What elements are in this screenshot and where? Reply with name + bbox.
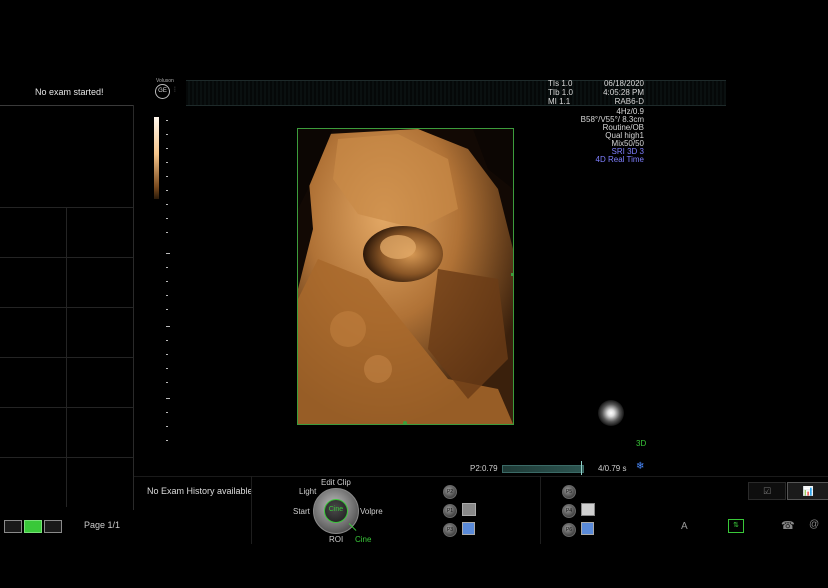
- archive-icon[interactable]: [581, 503, 595, 516]
- knob-light[interactable]: Light: [299, 487, 316, 496]
- a-label[interactable]: A: [681, 521, 688, 532]
- depth-tick: [166, 176, 168, 177]
- knob-cine-bottom[interactable]: Cine: [355, 535, 371, 544]
- depth-tick: [166, 232, 168, 233]
- cine-left-label: P2:0.79: [470, 464, 498, 473]
- light-source-icon[interactable]: [598, 400, 624, 426]
- depth-tick: [166, 162, 168, 163]
- ti-b: TIb 1.0: [548, 88, 573, 97]
- depth-tick: [166, 120, 168, 121]
- menu-dots-icon[interactable]: ⋮: [172, 86, 178, 93]
- network-icon[interactable]: ⇅: [728, 519, 744, 533]
- exam-time: 4:05:28 PM: [603, 88, 644, 97]
- depth-tick: [166, 204, 168, 205]
- depth-tick: [166, 309, 168, 310]
- depth-tick: [166, 134, 168, 135]
- snowflake-icon[interactable]: ❄: [636, 461, 644, 472]
- header-strip: [186, 80, 726, 106]
- volume-render-view[interactable]: [297, 128, 514, 425]
- probe-name: RAB6-D: [614, 97, 644, 106]
- p2-button[interactable]: P2: [443, 485, 457, 499]
- brand-label: Voluson: [156, 78, 174, 84]
- knob-start[interactable]: Start: [293, 507, 310, 516]
- depth-tick: [166, 190, 168, 191]
- page-indicator: Page 1/1: [84, 520, 121, 530]
- bottom-panel-border: [540, 476, 541, 544]
- roi-side-marker[interactable]: [511, 273, 514, 276]
- exam-history: No Exam History available: [147, 486, 253, 496]
- left-divider: [0, 105, 133, 106]
- layout-single-button[interactable]: [4, 520, 22, 533]
- grid-line: [66, 207, 67, 507]
- depth-tick: [166, 340, 168, 341]
- knob-roi[interactable]: ROI: [329, 535, 343, 544]
- fetal-render-image: [298, 129, 513, 424]
- depth-tick: [166, 267, 168, 268]
- layout-grid-button[interactable]: [24, 520, 42, 533]
- depth-tick: [166, 218, 168, 219]
- scan-mode: 4D Real Time: [595, 155, 644, 164]
- depth-tick: [166, 440, 168, 441]
- cine-marker[interactable]: [581, 461, 582, 475]
- cine-right-label: 4/0.79 s: [598, 464, 627, 473]
- knob-edit-clip[interactable]: Edit Clip: [321, 478, 351, 487]
- roi-bottom-marker[interactable]: [403, 421, 407, 425]
- knob-volpre[interactable]: Volpre: [360, 507, 383, 516]
- cine-progress-bar[interactable]: [502, 465, 584, 473]
- depth-tick: [166, 326, 170, 327]
- depth-tick: [166, 382, 168, 383]
- depth-tick: [166, 398, 170, 399]
- ti-s: TIs 1.0: [548, 79, 573, 88]
- knob-center-label: Cine: [328, 506, 344, 513]
- report-icon[interactable]: ☑: [748, 482, 786, 500]
- print-icon[interactable]: [462, 503, 476, 516]
- at-icon[interactable]: @: [809, 519, 819, 530]
- mode-3d-label: 3D: [636, 439, 647, 448]
- p5-button[interactable]: P5: [562, 485, 576, 499]
- depth-tick: [166, 426, 168, 427]
- color-scale-bar: [154, 117, 159, 199]
- p1-button[interactable]: P1: [443, 504, 457, 518]
- p4-button[interactable]: P4: [562, 504, 576, 518]
- depth-tick: [166, 412, 168, 413]
- ge-logo-icon: GE: [155, 84, 170, 99]
- depth-tick: [166, 148, 168, 149]
- depth-tick: [166, 253, 170, 254]
- p6-button[interactable]: P6: [562, 523, 576, 537]
- save-disk-icon[interactable]: [462, 522, 475, 535]
- phone-icon[interactable]: ☎: [781, 519, 795, 532]
- mi-value: MI 1.1: [548, 97, 571, 106]
- depth-tick: [166, 354, 168, 355]
- chart-tab-icon[interactable]: 📊: [787, 482, 828, 500]
- save-disk-icon[interactable]: [581, 522, 594, 535]
- depth-tick: [166, 281, 168, 282]
- depth-tick: [166, 368, 168, 369]
- left-panel-border: [133, 105, 134, 510]
- bottom-divider: [134, 476, 828, 477]
- exam-status: No exam started!: [35, 87, 104, 97]
- p3-button[interactable]: P3: [443, 523, 457, 537]
- bottom-panel-border: [251, 476, 252, 544]
- depth-tick: [166, 295, 168, 296]
- layout-list-button[interactable]: [44, 520, 62, 533]
- exam-date: 06/18/2020: [603, 79, 644, 88]
